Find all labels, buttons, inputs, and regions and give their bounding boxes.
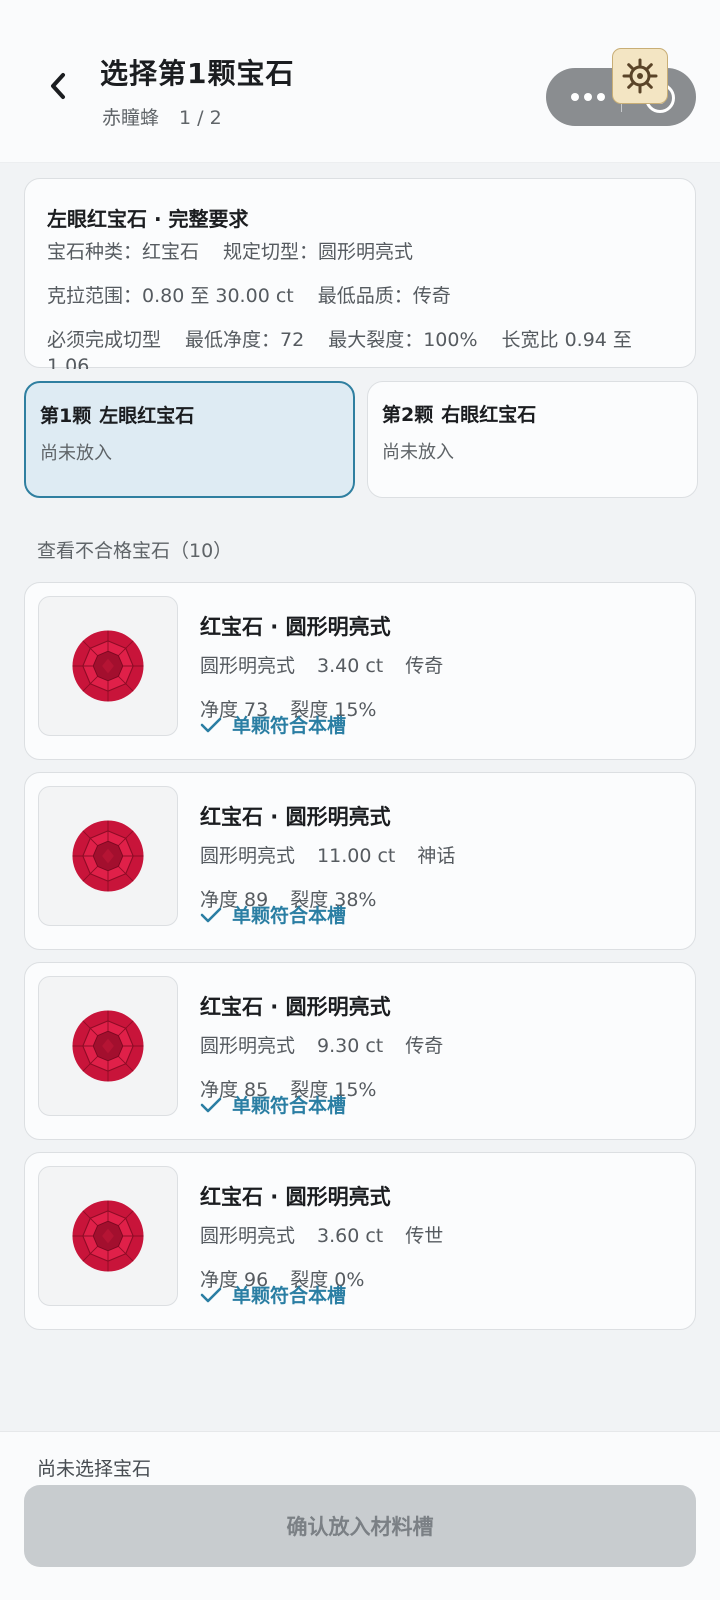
page-title: 选择第1颗宝石	[100, 57, 295, 90]
gem-carat: 3.40 ct	[317, 655, 384, 677]
requirement-line-2: 克拉范围：0.80 至 30.00 ct 最低品质：传奇	[47, 281, 451, 308]
gem-match-text: 单颗符合本槽	[232, 715, 347, 737]
requirement-line-1: 宝石种类：红宝石 规定切型：圆形明亮式	[47, 237, 413, 264]
gem-name: 红宝石 · 圆形明亮式	[200, 615, 391, 639]
cut-complete-requirement: 必须完成切型	[47, 329, 162, 351]
gem-specs: 圆形明亮式 3.40 ct 传奇	[200, 651, 443, 678]
gem-carat: 9.30 ct	[317, 1035, 384, 1057]
slot-status: 尚未放入	[40, 443, 112, 464]
gem-thumbnail	[38, 976, 178, 1116]
gem-thumbnail	[38, 596, 178, 736]
gem-match-text: 单颗符合本槽	[232, 1095, 347, 1117]
requirement-overflow-text: 1.06	[47, 355, 90, 369]
requirement-line-3: 必须完成切型 最低净度：72 最大裂度：100% 长宽比 0.94 至	[47, 325, 689, 352]
more-dots-icon[interactable]	[564, 86, 612, 108]
gem-carat: 3.60 ct	[317, 1225, 384, 1247]
gem-type-requirement: 宝石种类：红宝石	[47, 241, 200, 263]
check-icon	[200, 1097, 222, 1112]
gem-specs: 圆形明亮式 11.00 ct 神话	[200, 841, 455, 868]
carat-range-requirement: 克拉范围：0.80 至 30.00 ct	[47, 285, 294, 307]
header: 选择第1颗宝石 赤瞳蜂 1 / 2	[0, 0, 720, 163]
gem-cut: 圆形明亮式	[200, 1225, 296, 1247]
slot-title: 第1颗 左眼红宝石	[40, 401, 194, 428]
cut-requirement: 规定切型：圆形明亮式	[223, 241, 414, 263]
clarity-requirement: 最低净度：72	[185, 329, 305, 351]
slot-index: 第1颗	[40, 405, 92, 427]
selection-status: 尚未选择宝石	[37, 1458, 152, 1480]
slot-2-card[interactable]: 第2颗 右眼红宝石 尚未放入	[367, 381, 698, 498]
gem-grade: 神话	[417, 845, 456, 867]
gem-cut: 圆形明亮式	[200, 845, 296, 867]
gem-cut: 圆形明亮式	[200, 1035, 296, 1057]
settings-button[interactable]	[612, 48, 668, 104]
quality-requirement: 最低品质：传奇	[317, 285, 451, 307]
ruby-gem-icon	[72, 1200, 144, 1272]
slot-name: 右眼红宝石	[441, 404, 537, 426]
slot-1-card[interactable]: 第1颗 左眼红宝石 尚未放入	[24, 381, 355, 498]
gem-name: 红宝石 · 圆形明亮式	[200, 805, 391, 829]
page-subtitle: 赤瞳蜂 1 / 2	[102, 103, 222, 130]
gem-thumbnail	[38, 1166, 178, 1306]
gem-match-indicator: 单颗符合本槽	[200, 901, 346, 928]
ruby-gem-icon	[72, 820, 144, 892]
confirm-button[interactable]: 确认放入材料槽	[24, 1485, 696, 1567]
gem-select-page: 选择第1颗宝石 赤瞳蜂 1 / 2 左眼红宝石 · 完整要求 宝石种类：红宝石 …	[0, 0, 720, 1600]
gem-match-text: 单颗符合本槽	[232, 1285, 347, 1307]
crack-requirement: 最大裂度：100%	[328, 329, 478, 351]
gem-grade: 传奇	[405, 655, 444, 677]
gem-specs: 圆形明亮式 3.60 ct 传世	[200, 1221, 443, 1248]
gem-match-indicator: 单颗符合本槽	[200, 711, 346, 738]
requirement-title: 左眼红宝石 · 完整要求	[47, 207, 249, 231]
check-icon	[200, 907, 222, 922]
ineligible-gems-link[interactable]: 查看不合格宝石（10）	[37, 536, 232, 563]
gem-name: 红宝石 · 圆形明亮式	[200, 995, 391, 1019]
gem-card[interactable]: 红宝石 · 圆形明亮式 圆形明亮式 3.60 ct 传世 净度 96 裂度 0% 单颗…	[24, 1152, 696, 1330]
gem-specs: 圆形明亮式 9.30 ct 传奇	[200, 1031, 443, 1058]
gem-match-indicator: 单颗符合本槽	[200, 1281, 346, 1308]
gem-card[interactable]: 红宝石 · 圆形明亮式 圆形明亮式 3.40 ct 传奇 净度 73 裂度 15% 单…	[24, 582, 696, 760]
gem-carat: 11.00 ct	[317, 845, 396, 867]
slot-name: 左眼红宝石	[99, 405, 195, 427]
slot-title: 第2颗 右眼红宝石	[382, 400, 536, 427]
gem-card[interactable]: 红宝石 · 圆形明亮式 圆形明亮式 9.30 ct 传奇 净度 85 裂度 15% 单…	[24, 962, 696, 1140]
gem-cut: 圆形明亮式	[200, 655, 296, 677]
gem-thumbnail	[38, 786, 178, 926]
creature-name: 赤瞳蜂	[102, 107, 160, 129]
gem-grade: 传世	[405, 1225, 444, 1247]
slot-status: 尚未放入	[382, 442, 454, 463]
slot-index: 第2颗	[382, 404, 434, 426]
gem-grade: 传奇	[405, 1035, 444, 1057]
ruby-gem-icon	[72, 1010, 144, 1082]
ruby-gem-icon	[72, 630, 144, 702]
slot-pager: 1 / 2	[179, 107, 222, 129]
requirement-card: 左眼红宝石 · 完整要求 宝石种类：红宝石 规定切型：圆形明亮式 克拉范围：0.8…	[24, 178, 696, 369]
ratio-requirement: 长宽比 0.94 至	[501, 329, 632, 351]
gem-name: 红宝石 · 圆形明亮式	[200, 1185, 391, 1209]
footer: 尚未选择宝石 确认放入材料槽	[0, 1431, 720, 1600]
gem-card[interactable]: 红宝石 · 圆形明亮式 圆形明亮式 11.00 ct 神话 净度 89 裂度 38% …	[24, 772, 696, 950]
gem-match-indicator: 单颗符合本槽	[200, 1091, 346, 1118]
check-icon	[200, 1287, 222, 1302]
back-button[interactable]	[40, 62, 76, 110]
gem-match-text: 单颗符合本槽	[232, 905, 347, 927]
check-icon	[200, 717, 222, 732]
chevron-left-icon	[51, 73, 65, 99]
ship-wheel-icon	[622, 58, 658, 94]
